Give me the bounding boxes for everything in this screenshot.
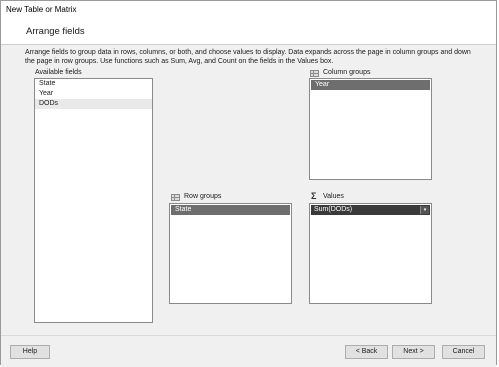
column-groups-list[interactable]: Year	[309, 78, 432, 180]
value-item-label: Sum(DODs)	[314, 206, 353, 213]
value-item[interactable]: Sum(DODs) ▾	[311, 205, 430, 215]
row-group-item[interactable]: State	[171, 205, 290, 215]
cancel-button[interactable]: Cancel	[442, 345, 485, 359]
available-field-item[interactable]: Year	[35, 89, 152, 99]
wizard-window: New Table or Matrix Arrange fields Arran…	[0, 0, 497, 367]
column-groups-icon	[310, 70, 319, 77]
page-header: Arrange fields	[1, 19, 496, 45]
row-groups-list[interactable]: State	[169, 203, 292, 304]
values-list[interactable]: Sum(DODs) ▾	[309, 203, 432, 304]
values-label: Values	[323, 193, 344, 200]
title-bar: New Table or Matrix	[1, 1, 496, 20]
page-description: Arrange fields to group data in rows, co…	[25, 49, 471, 65]
available-field-item[interactable]: DODs	[35, 99, 152, 109]
column-groups-label: Column groups	[323, 69, 371, 76]
column-group-item[interactable]: Year	[311, 80, 430, 90]
available-field-item[interactable]: State	[35, 79, 152, 89]
page-heading: Arrange fields	[26, 26, 85, 37]
window-title: New Table or Matrix	[6, 5, 77, 14]
row-groups-icon	[171, 194, 180, 201]
next-button[interactable]: Next >	[392, 345, 435, 359]
button-bar: Help < Back Next > Cancel	[1, 335, 496, 367]
available-fields-list[interactable]: State Year DODs	[34, 78, 153, 323]
back-button[interactable]: < Back	[345, 345, 388, 359]
help-button[interactable]: Help	[10, 345, 50, 359]
available-fields-label: Available fields	[35, 69, 82, 76]
chevron-down-icon[interactable]: ▾	[420, 206, 429, 214]
sigma-icon: Σ	[311, 191, 317, 201]
row-groups-label: Row groups	[184, 193, 222, 200]
